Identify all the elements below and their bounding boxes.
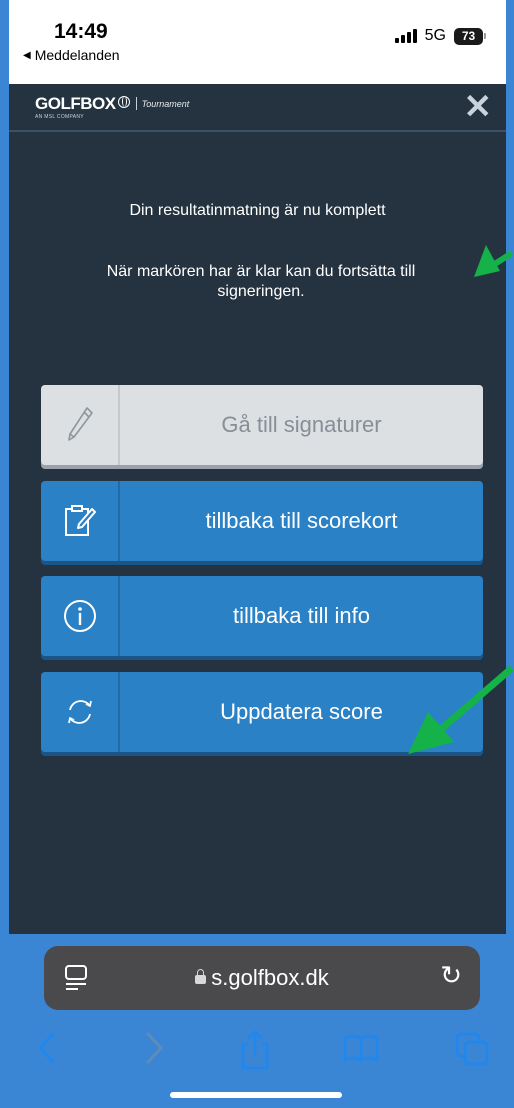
info-icon xyxy=(41,576,120,656)
network-type: 5G xyxy=(424,27,446,44)
back-triangle-icon: ◀ xyxy=(23,49,31,61)
status-bar: 14:49 ◀ Meddelanden 5G 73 xyxy=(9,0,506,84)
back-to-scorecard-button[interactable]: tillbaka till scorekort xyxy=(41,481,483,561)
pen-icon xyxy=(41,385,120,465)
back-to-info-button[interactable]: tillbaka till info xyxy=(41,576,483,656)
url-display[interactable]: s.golfbox.dk xyxy=(44,965,480,991)
back-chevron-icon[interactable] xyxy=(35,1028,59,1068)
annotation-arrow-top xyxy=(474,245,514,277)
golfbox-logo: GOLFBOX Tournament AN MSL COMPANY xyxy=(35,94,190,120)
browser-toolbar xyxy=(9,1024,506,1084)
logo-tagline: Tournament xyxy=(141,99,190,109)
status-indicators: 5G 73 xyxy=(394,27,486,45)
back-app-label: Meddelanden xyxy=(34,47,120,63)
go-to-signatures-label: Gå till signaturer xyxy=(221,412,382,437)
share-icon[interactable] xyxy=(237,1028,273,1072)
logo-text: GOLFBOX xyxy=(35,94,116,113)
home-indicator[interactable] xyxy=(170,1092,342,1098)
status-time: 14:49 xyxy=(54,20,108,43)
completion-message: Din resultatinmatning är nu komplett xyxy=(129,202,386,219)
battery-icon: 73 xyxy=(454,27,486,45)
globe-icon xyxy=(117,96,130,108)
url-bar[interactable]: s.golfbox.dk ↻ xyxy=(44,946,480,1010)
app-screen: GOLFBOX Tournament AN MSL COMPANY ✕ Din … xyxy=(9,84,506,934)
back-to-scorecard-label: tillbaka till scorekort xyxy=(205,508,398,533)
close-icon[interactable]: ✕ xyxy=(464,90,493,124)
lock-icon xyxy=(195,969,207,984)
back-to-info-label: tillbaka till info xyxy=(233,603,370,628)
logo-subtext: AN MSL COMPANY xyxy=(35,114,84,120)
back-to-app-link[interactable]: ◀ Meddelanden xyxy=(23,47,120,63)
marker-message: När markören har är klar kan du fortsätt… xyxy=(106,263,416,300)
refresh-icon xyxy=(41,672,120,752)
signal-icon xyxy=(394,29,417,43)
tabs-icon[interactable] xyxy=(453,1028,493,1068)
app-header: GOLFBOX Tournament AN MSL COMPANY ✕ xyxy=(9,84,506,132)
url-text: s.golfbox.dk xyxy=(211,965,329,990)
bookmarks-icon[interactable] xyxy=(341,1028,381,1068)
reload-icon[interactable]: ↻ xyxy=(440,960,462,991)
battery-level: 73 xyxy=(454,27,483,45)
annotation-arrow-bottom xyxy=(408,665,514,754)
forward-chevron-icon[interactable] xyxy=(142,1028,166,1068)
go-to-signatures-button[interactable]: Gå till signaturer xyxy=(41,385,483,465)
clipboard-edit-icon xyxy=(41,481,120,561)
